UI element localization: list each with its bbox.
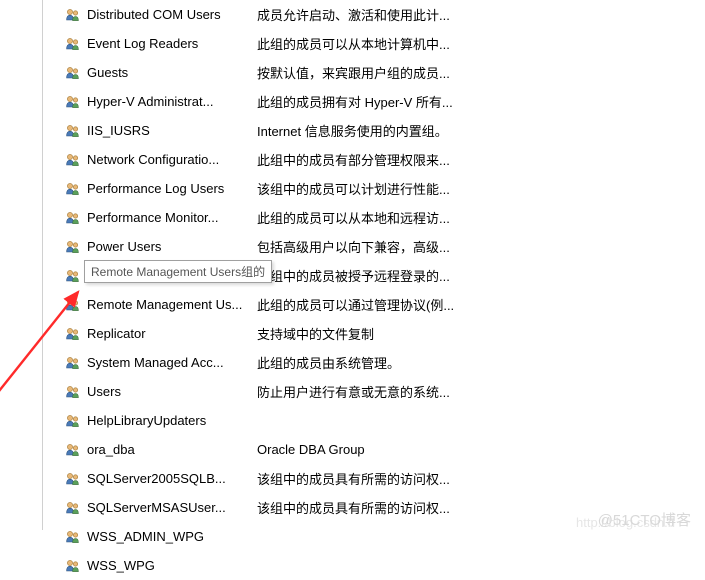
groups-list[interactable]: Distributed COM Users成员允许启动、激活和使用此计...Ev… bbox=[65, 0, 705, 580]
list-item[interactable]: System Managed Acc...此组的成员由系统管理。 bbox=[65, 348, 705, 377]
group-name: System Managed Acc... bbox=[87, 355, 257, 370]
group-icon bbox=[65, 7, 87, 23]
group-icon bbox=[65, 471, 87, 487]
group-name: WSS_WPG bbox=[87, 558, 257, 573]
list-item[interactable]: Guests按默认值，来宾跟用户组的成员... bbox=[65, 58, 705, 87]
group-name: WSS_ADMIN_WPG bbox=[87, 529, 257, 544]
group-icon bbox=[65, 210, 87, 226]
panel-border bbox=[42, 0, 43, 530]
group-icon bbox=[65, 558, 87, 574]
group-icon bbox=[65, 355, 87, 371]
group-description: 按默认值，来宾跟用户组的成员... bbox=[257, 63, 705, 82]
list-item[interactable]: Power Users包括高级用户以向下兼容，高级... bbox=[65, 232, 705, 261]
group-description: 此组的成员由系统管理。 bbox=[257, 353, 705, 372]
list-item[interactable]: Users防止用户进行有意或无意的系统... bbox=[65, 377, 705, 406]
group-name: Network Configuratio... bbox=[87, 152, 257, 167]
group-name: Remote Management Us... bbox=[87, 297, 257, 312]
group-description: 成员允许启动、激活和使用此计... bbox=[257, 5, 705, 24]
group-name: Power Users bbox=[87, 239, 257, 254]
list-item[interactable]: Hyper-V Administrat...此组的成员拥有对 Hyper-V 所… bbox=[65, 87, 705, 116]
group-name: SQLServer2005SQLB... bbox=[87, 471, 257, 486]
group-icon bbox=[65, 152, 87, 168]
list-item[interactable]: Event Log Readers此组的成员可以从本地计算机中... bbox=[65, 29, 705, 58]
group-icon bbox=[65, 529, 87, 545]
group-icon bbox=[65, 326, 87, 342]
group-name: IIS_IUSRS bbox=[87, 123, 257, 138]
list-item[interactable]: IIS_IUSRSInternet 信息服务使用的内置组。 bbox=[65, 116, 705, 145]
group-icon bbox=[65, 36, 87, 52]
group-name: Hyper-V Administrat... bbox=[87, 94, 257, 109]
group-name: Performance Log Users bbox=[87, 181, 257, 196]
group-name: Users bbox=[87, 384, 257, 399]
group-icon bbox=[65, 123, 87, 139]
group-description: 此组的成员可以从本地和远程访... bbox=[257, 208, 705, 227]
group-name: SQLServerMSASUser... bbox=[87, 500, 257, 515]
watermark: @51CTO博客 bbox=[598, 509, 691, 530]
list-item[interactable]: Performance Monitor...此组的成员可以从本地和远程访... bbox=[65, 203, 705, 232]
list-item[interactable]: Remote Management Us...此组的成员可以通过管理协议(例..… bbox=[65, 290, 705, 319]
list-item[interactable]: HelpLibraryUpdaters bbox=[65, 406, 705, 435]
group-name: Event Log Readers bbox=[87, 36, 257, 51]
group-icon bbox=[65, 94, 87, 110]
group-name: Distributed COM Users bbox=[87, 7, 257, 22]
group-description: 支持域中的文件复制 bbox=[257, 324, 705, 343]
list-item[interactable]: WSS_WPG bbox=[65, 551, 705, 580]
group-icon bbox=[65, 500, 87, 516]
group-icon bbox=[65, 181, 87, 197]
group-description: 此组的成员拥有对 Hyper-V 所有... bbox=[257, 92, 705, 111]
group-icon bbox=[65, 413, 87, 429]
tooltip: Remote Management Users组的 bbox=[84, 260, 272, 283]
list-item[interactable]: SQLServer2005SQLB...该组中的成员具有所需的访问权... bbox=[65, 464, 705, 493]
group-description: 该组中的成员具有所需的访问权... bbox=[257, 469, 705, 488]
list-item[interactable]: Network Configuratio...此组中的成员有部分管理权限来... bbox=[65, 145, 705, 174]
group-description: 此组的成员可以通过管理协议(例... bbox=[257, 295, 705, 314]
group-name: Performance Monitor... bbox=[87, 210, 257, 225]
group-description: Oracle DBA Group bbox=[257, 442, 705, 457]
group-description: 此组中的成员有部分管理权限来... bbox=[257, 150, 705, 169]
group-description: 防止用户进行有意或无意的系统... bbox=[257, 382, 705, 401]
list-item[interactable]: ora_dbaOracle DBA Group bbox=[65, 435, 705, 464]
group-name: Guests bbox=[87, 65, 257, 80]
list-item[interactable]: Replicator支持域中的文件复制 bbox=[65, 319, 705, 348]
group-description: 包括高级用户以向下兼容，高级... bbox=[257, 237, 705, 256]
group-description: 此组的成员可以从本地计算机中... bbox=[257, 34, 705, 53]
group-name: Replicator bbox=[87, 326, 257, 341]
group-icon bbox=[65, 297, 87, 313]
group-icon bbox=[65, 65, 87, 81]
group-icon bbox=[65, 384, 87, 400]
group-icon bbox=[65, 442, 87, 458]
group-description: 该组中的成员可以计划进行性能... bbox=[257, 179, 705, 198]
group-description: 此组中的成员被授予远程登录的... bbox=[257, 266, 705, 285]
group-description: Internet 信息服务使用的内置组。 bbox=[257, 121, 705, 140]
list-item[interactable]: Performance Log Users该组中的成员可以计划进行性能... bbox=[65, 174, 705, 203]
group-name: HelpLibraryUpdaters bbox=[87, 413, 257, 428]
list-item[interactable]: Distributed COM Users成员允许启动、激活和使用此计... bbox=[65, 0, 705, 29]
group-name: ora_dba bbox=[87, 442, 257, 457]
group-icon bbox=[65, 239, 87, 255]
